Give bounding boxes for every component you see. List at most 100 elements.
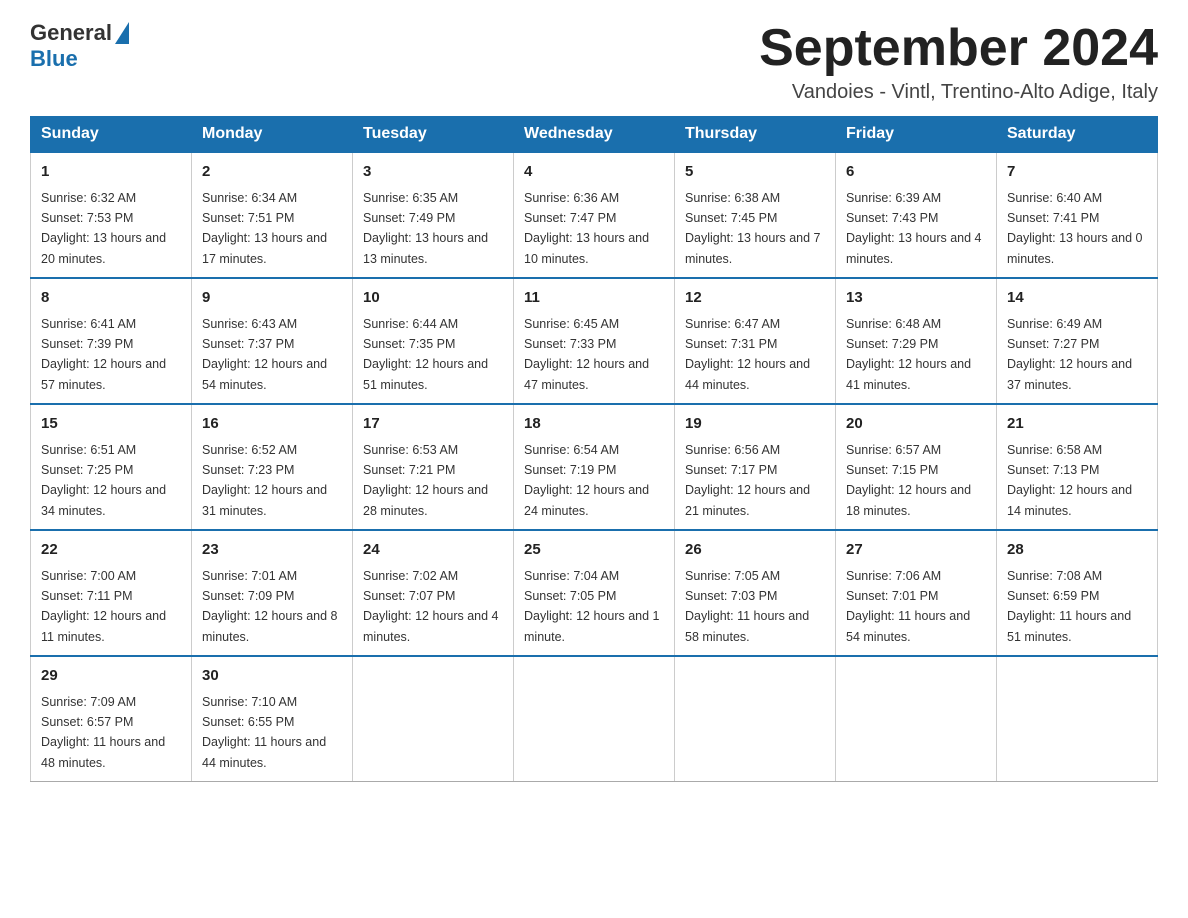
calendar-week-row: 8 Sunrise: 6:41 AMSunset: 7:39 PMDayligh…	[31, 278, 1158, 404]
logo-general-text: General	[30, 20, 112, 46]
day-info: Sunrise: 6:43 AMSunset: 7:37 PMDaylight:…	[202, 317, 327, 392]
day-number: 11	[524, 287, 664, 310]
table-row: 17 Sunrise: 6:53 AMSunset: 7:21 PMDaylig…	[353, 404, 514, 530]
day-number: 9	[202, 287, 342, 310]
day-number: 19	[685, 413, 825, 436]
day-info: Sunrise: 6:47 AMSunset: 7:31 PMDaylight:…	[685, 317, 810, 392]
day-info: Sunrise: 6:53 AMSunset: 7:21 PMDaylight:…	[363, 443, 488, 518]
logo-blue-text: Blue	[30, 46, 78, 72]
table-row: 8 Sunrise: 6:41 AMSunset: 7:39 PMDayligh…	[31, 278, 192, 404]
table-row: 19 Sunrise: 6:56 AMSunset: 7:17 PMDaylig…	[675, 404, 836, 530]
day-info: Sunrise: 6:48 AMSunset: 7:29 PMDaylight:…	[846, 317, 971, 392]
page-header: General Blue September 2024 Vandoies - V…	[30, 20, 1158, 104]
day-number: 28	[1007, 539, 1147, 562]
days-header-row: Sunday Monday Tuesday Wednesday Thursday…	[31, 117, 1158, 153]
day-info: Sunrise: 6:56 AMSunset: 7:17 PMDaylight:…	[685, 443, 810, 518]
day-info: Sunrise: 6:51 AMSunset: 7:25 PMDaylight:…	[41, 443, 166, 518]
day-number: 25	[524, 539, 664, 562]
day-info: Sunrise: 6:35 AMSunset: 7:49 PMDaylight:…	[363, 191, 488, 266]
month-title: September 2024	[759, 20, 1158, 77]
day-number: 14	[1007, 287, 1147, 310]
table-row: 6 Sunrise: 6:39 AMSunset: 7:43 PMDayligh…	[836, 152, 997, 278]
table-row: 15 Sunrise: 6:51 AMSunset: 7:25 PMDaylig…	[31, 404, 192, 530]
day-info: Sunrise: 6:57 AMSunset: 7:15 PMDaylight:…	[846, 443, 971, 518]
day-info: Sunrise: 6:41 AMSunset: 7:39 PMDaylight:…	[41, 317, 166, 392]
day-info: Sunrise: 6:49 AMSunset: 7:27 PMDaylight:…	[1007, 317, 1132, 392]
table-row: 5 Sunrise: 6:38 AMSunset: 7:45 PMDayligh…	[675, 152, 836, 278]
location-subtitle: Vandoies - Vintl, Trentino-Alto Adige, I…	[759, 81, 1158, 104]
day-number: 6	[846, 161, 986, 184]
day-number: 29	[41, 665, 181, 688]
day-number: 20	[846, 413, 986, 436]
logo: General Blue	[30, 20, 129, 72]
day-info: Sunrise: 7:10 AMSunset: 6:55 PMDaylight:…	[202, 695, 326, 770]
table-row: 28 Sunrise: 7:08 AMSunset: 6:59 PMDaylig…	[997, 530, 1158, 656]
table-row: 3 Sunrise: 6:35 AMSunset: 7:49 PMDayligh…	[353, 152, 514, 278]
calendar-week-row: 29 Sunrise: 7:09 AMSunset: 6:57 PMDaylig…	[31, 656, 1158, 782]
day-info: Sunrise: 6:32 AMSunset: 7:53 PMDaylight:…	[41, 191, 166, 266]
table-row: 14 Sunrise: 6:49 AMSunset: 7:27 PMDaylig…	[997, 278, 1158, 404]
calendar-week-row: 15 Sunrise: 6:51 AMSunset: 7:25 PMDaylig…	[31, 404, 1158, 530]
table-row: 30 Sunrise: 7:10 AMSunset: 6:55 PMDaylig…	[192, 656, 353, 782]
table-row: 4 Sunrise: 6:36 AMSunset: 7:47 PMDayligh…	[514, 152, 675, 278]
table-row: 29 Sunrise: 7:09 AMSunset: 6:57 PMDaylig…	[31, 656, 192, 782]
table-row: 9 Sunrise: 6:43 AMSunset: 7:37 PMDayligh…	[192, 278, 353, 404]
day-info: Sunrise: 7:06 AMSunset: 7:01 PMDaylight:…	[846, 569, 970, 644]
day-number: 5	[685, 161, 825, 184]
day-number: 4	[524, 161, 664, 184]
day-number: 26	[685, 539, 825, 562]
table-row	[675, 656, 836, 782]
day-number: 30	[202, 665, 342, 688]
day-info: Sunrise: 6:58 AMSunset: 7:13 PMDaylight:…	[1007, 443, 1132, 518]
day-info: Sunrise: 7:00 AMSunset: 7:11 PMDaylight:…	[41, 569, 166, 644]
day-number: 22	[41, 539, 181, 562]
day-info: Sunrise: 6:39 AMSunset: 7:43 PMDaylight:…	[846, 191, 982, 266]
table-row: 10 Sunrise: 6:44 AMSunset: 7:35 PMDaylig…	[353, 278, 514, 404]
header-wednesday: Wednesday	[514, 117, 675, 153]
day-number: 8	[41, 287, 181, 310]
table-row: 16 Sunrise: 6:52 AMSunset: 7:23 PMDaylig…	[192, 404, 353, 530]
table-row: 22 Sunrise: 7:00 AMSunset: 7:11 PMDaylig…	[31, 530, 192, 656]
table-row: 20 Sunrise: 6:57 AMSunset: 7:15 PMDaylig…	[836, 404, 997, 530]
day-info: Sunrise: 7:08 AMSunset: 6:59 PMDaylight:…	[1007, 569, 1131, 644]
day-info: Sunrise: 6:54 AMSunset: 7:19 PMDaylight:…	[524, 443, 649, 518]
day-number: 2	[202, 161, 342, 184]
table-row: 21 Sunrise: 6:58 AMSunset: 7:13 PMDaylig…	[997, 404, 1158, 530]
table-row: 26 Sunrise: 7:05 AMSunset: 7:03 PMDaylig…	[675, 530, 836, 656]
table-row: 27 Sunrise: 7:06 AMSunset: 7:01 PMDaylig…	[836, 530, 997, 656]
table-row	[997, 656, 1158, 782]
day-number: 13	[846, 287, 986, 310]
table-row: 25 Sunrise: 7:04 AMSunset: 7:05 PMDaylig…	[514, 530, 675, 656]
logo-triangle-icon	[115, 22, 129, 44]
table-row: 7 Sunrise: 6:40 AMSunset: 7:41 PMDayligh…	[997, 152, 1158, 278]
table-row: 2 Sunrise: 6:34 AMSunset: 7:51 PMDayligh…	[192, 152, 353, 278]
day-info: Sunrise: 6:36 AMSunset: 7:47 PMDaylight:…	[524, 191, 649, 266]
table-row: 23 Sunrise: 7:01 AMSunset: 7:09 PMDaylig…	[192, 530, 353, 656]
day-info: Sunrise: 6:34 AMSunset: 7:51 PMDaylight:…	[202, 191, 327, 266]
header-saturday: Saturday	[997, 117, 1158, 153]
day-number: 17	[363, 413, 503, 436]
table-row: 1 Sunrise: 6:32 AMSunset: 7:53 PMDayligh…	[31, 152, 192, 278]
day-number: 12	[685, 287, 825, 310]
table-row	[353, 656, 514, 782]
day-info: Sunrise: 7:01 AMSunset: 7:09 PMDaylight:…	[202, 569, 338, 644]
day-info: Sunrise: 7:09 AMSunset: 6:57 PMDaylight:…	[41, 695, 165, 770]
day-info: Sunrise: 6:38 AMSunset: 7:45 PMDaylight:…	[685, 191, 821, 266]
day-info: Sunrise: 7:05 AMSunset: 7:03 PMDaylight:…	[685, 569, 809, 644]
header-tuesday: Tuesday	[353, 117, 514, 153]
day-number: 15	[41, 413, 181, 436]
table-row: 18 Sunrise: 6:54 AMSunset: 7:19 PMDaylig…	[514, 404, 675, 530]
day-info: Sunrise: 6:44 AMSunset: 7:35 PMDaylight:…	[363, 317, 488, 392]
title-block: September 2024 Vandoies - Vintl, Trentin…	[759, 20, 1158, 104]
table-row	[514, 656, 675, 782]
table-row: 11 Sunrise: 6:45 AMSunset: 7:33 PMDaylig…	[514, 278, 675, 404]
day-number: 24	[363, 539, 503, 562]
day-number: 21	[1007, 413, 1147, 436]
day-info: Sunrise: 6:45 AMSunset: 7:33 PMDaylight:…	[524, 317, 649, 392]
table-row: 13 Sunrise: 6:48 AMSunset: 7:29 PMDaylig…	[836, 278, 997, 404]
table-row	[836, 656, 997, 782]
header-friday: Friday	[836, 117, 997, 153]
header-sunday: Sunday	[31, 117, 192, 153]
day-info: Sunrise: 7:02 AMSunset: 7:07 PMDaylight:…	[363, 569, 499, 644]
calendar-week-row: 1 Sunrise: 6:32 AMSunset: 7:53 PMDayligh…	[31, 152, 1158, 278]
